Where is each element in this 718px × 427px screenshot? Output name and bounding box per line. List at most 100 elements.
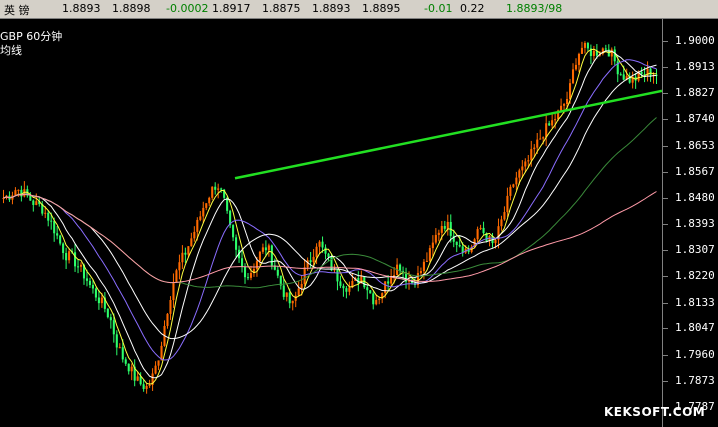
candle-body — [208, 197, 211, 204]
candle-body — [500, 219, 503, 227]
candle-body — [100, 297, 103, 304]
candle-body — [232, 225, 235, 238]
quote-open: 1.8893 — [62, 2, 101, 15]
candle-body — [315, 246, 318, 257]
candle-body — [74, 252, 77, 267]
candle-body — [455, 241, 458, 245]
candle-body — [563, 104, 566, 106]
candle-body — [178, 262, 181, 271]
candle-body — [255, 261, 258, 269]
candle-body — [342, 285, 345, 289]
candle-body — [118, 347, 121, 349]
candle-body — [276, 269, 279, 276]
price-tick-label: 1.8827 — [675, 86, 715, 100]
candle-body — [205, 203, 208, 208]
candle-body — [580, 47, 584, 54]
candle-body — [85, 278, 89, 281]
candle-body — [267, 245, 270, 251]
candle-body — [592, 50, 595, 56]
candle-body — [431, 242, 434, 249]
candle-body — [548, 123, 551, 126]
candle-body — [327, 253, 330, 257]
candle-body — [524, 161, 527, 167]
candle-body — [124, 359, 127, 364]
candle-body — [649, 68, 652, 76]
candle-body — [440, 226, 443, 233]
candle-body — [130, 366, 133, 372]
price-tick-label: 1.8567 — [675, 164, 715, 178]
candle-body — [604, 48, 607, 50]
candle-body — [515, 177, 518, 185]
candle-body — [136, 376, 139, 381]
ma20-line — [3, 59, 657, 361]
candle-body — [375, 299, 378, 305]
candle-body — [560, 105, 563, 111]
candle-body — [419, 271, 422, 274]
price-tick-mark — [663, 380, 668, 382]
candle-body — [112, 320, 115, 335]
candle-body — [577, 53, 581, 65]
price-chart[interactable] — [0, 18, 663, 427]
candle-body — [235, 237, 238, 250]
candle-body — [461, 246, 464, 253]
candle-body — [369, 290, 372, 294]
candle-body — [610, 49, 613, 57]
candle-body — [91, 284, 94, 289]
candle-body — [258, 251, 261, 262]
candle-body — [139, 376, 142, 385]
trendline[interactable] — [234, 89, 662, 180]
quote-low: 1.8875 — [262, 2, 301, 15]
candle-body — [312, 256, 315, 263]
price-tick-label: 1.8740 — [675, 112, 715, 126]
quote-high: 1.8917 — [212, 2, 251, 15]
candle-body — [88, 280, 92, 285]
price-tick-label: 1.8133 — [675, 295, 715, 309]
candle-body — [542, 137, 545, 139]
candle-body — [243, 266, 247, 278]
candle-body — [530, 149, 533, 161]
price-tick-mark — [663, 302, 668, 304]
candle-body — [32, 200, 35, 205]
candle-body — [166, 313, 169, 326]
candle-body — [68, 251, 71, 261]
candle-body — [425, 260, 428, 262]
quote-name: 英 镑 — [4, 4, 30, 17]
price-tick-label: 1.8220 — [675, 269, 715, 283]
candle-body — [458, 244, 461, 247]
candle-body — [94, 288, 97, 298]
candle-body — [62, 243, 65, 254]
price-tick-label: 1.7873 — [675, 373, 715, 387]
price-tick-label: 1.8393 — [675, 217, 715, 231]
price-tick-mark — [663, 171, 668, 173]
candle-body — [172, 282, 175, 301]
price-tick-mark — [663, 119, 668, 121]
candle-body — [35, 201, 38, 205]
candle-body — [17, 189, 20, 191]
candle-body — [97, 297, 100, 304]
candle-body — [378, 298, 381, 300]
candle-body — [154, 365, 157, 374]
quote-bar: 英 镑 1.8893 1.8898 -0.0002 1.8917 1.8875 … — [0, 0, 718, 19]
candle-body — [211, 186, 214, 198]
candle-body — [336, 268, 339, 282]
quote-last: 1.8893 — [312, 2, 351, 15]
candle-body — [339, 281, 342, 286]
candlestick-chart-svg[interactable] — [0, 18, 662, 427]
candle-body — [142, 384, 145, 389]
candle-body — [566, 99, 569, 105]
candle-body — [622, 74, 625, 80]
candle-body — [503, 212, 506, 220]
candle-body — [300, 284, 303, 289]
candle-body — [437, 232, 440, 235]
candle-body — [184, 252, 187, 255]
candle-body — [148, 384, 151, 386]
candle-body — [521, 166, 524, 171]
candle-body — [387, 281, 390, 284]
price-tick-label: 1.9000 — [675, 34, 715, 48]
candle-body — [384, 281, 387, 294]
candle-body — [554, 119, 557, 121]
price-axis: 1.9000 1.8913 1.8827 1.8740 1.8653 1.8567 1.84… — [663, 18, 718, 427]
price-tick-mark — [663, 93, 668, 95]
candle-body — [240, 258, 244, 267]
candle-body — [640, 71, 643, 75]
